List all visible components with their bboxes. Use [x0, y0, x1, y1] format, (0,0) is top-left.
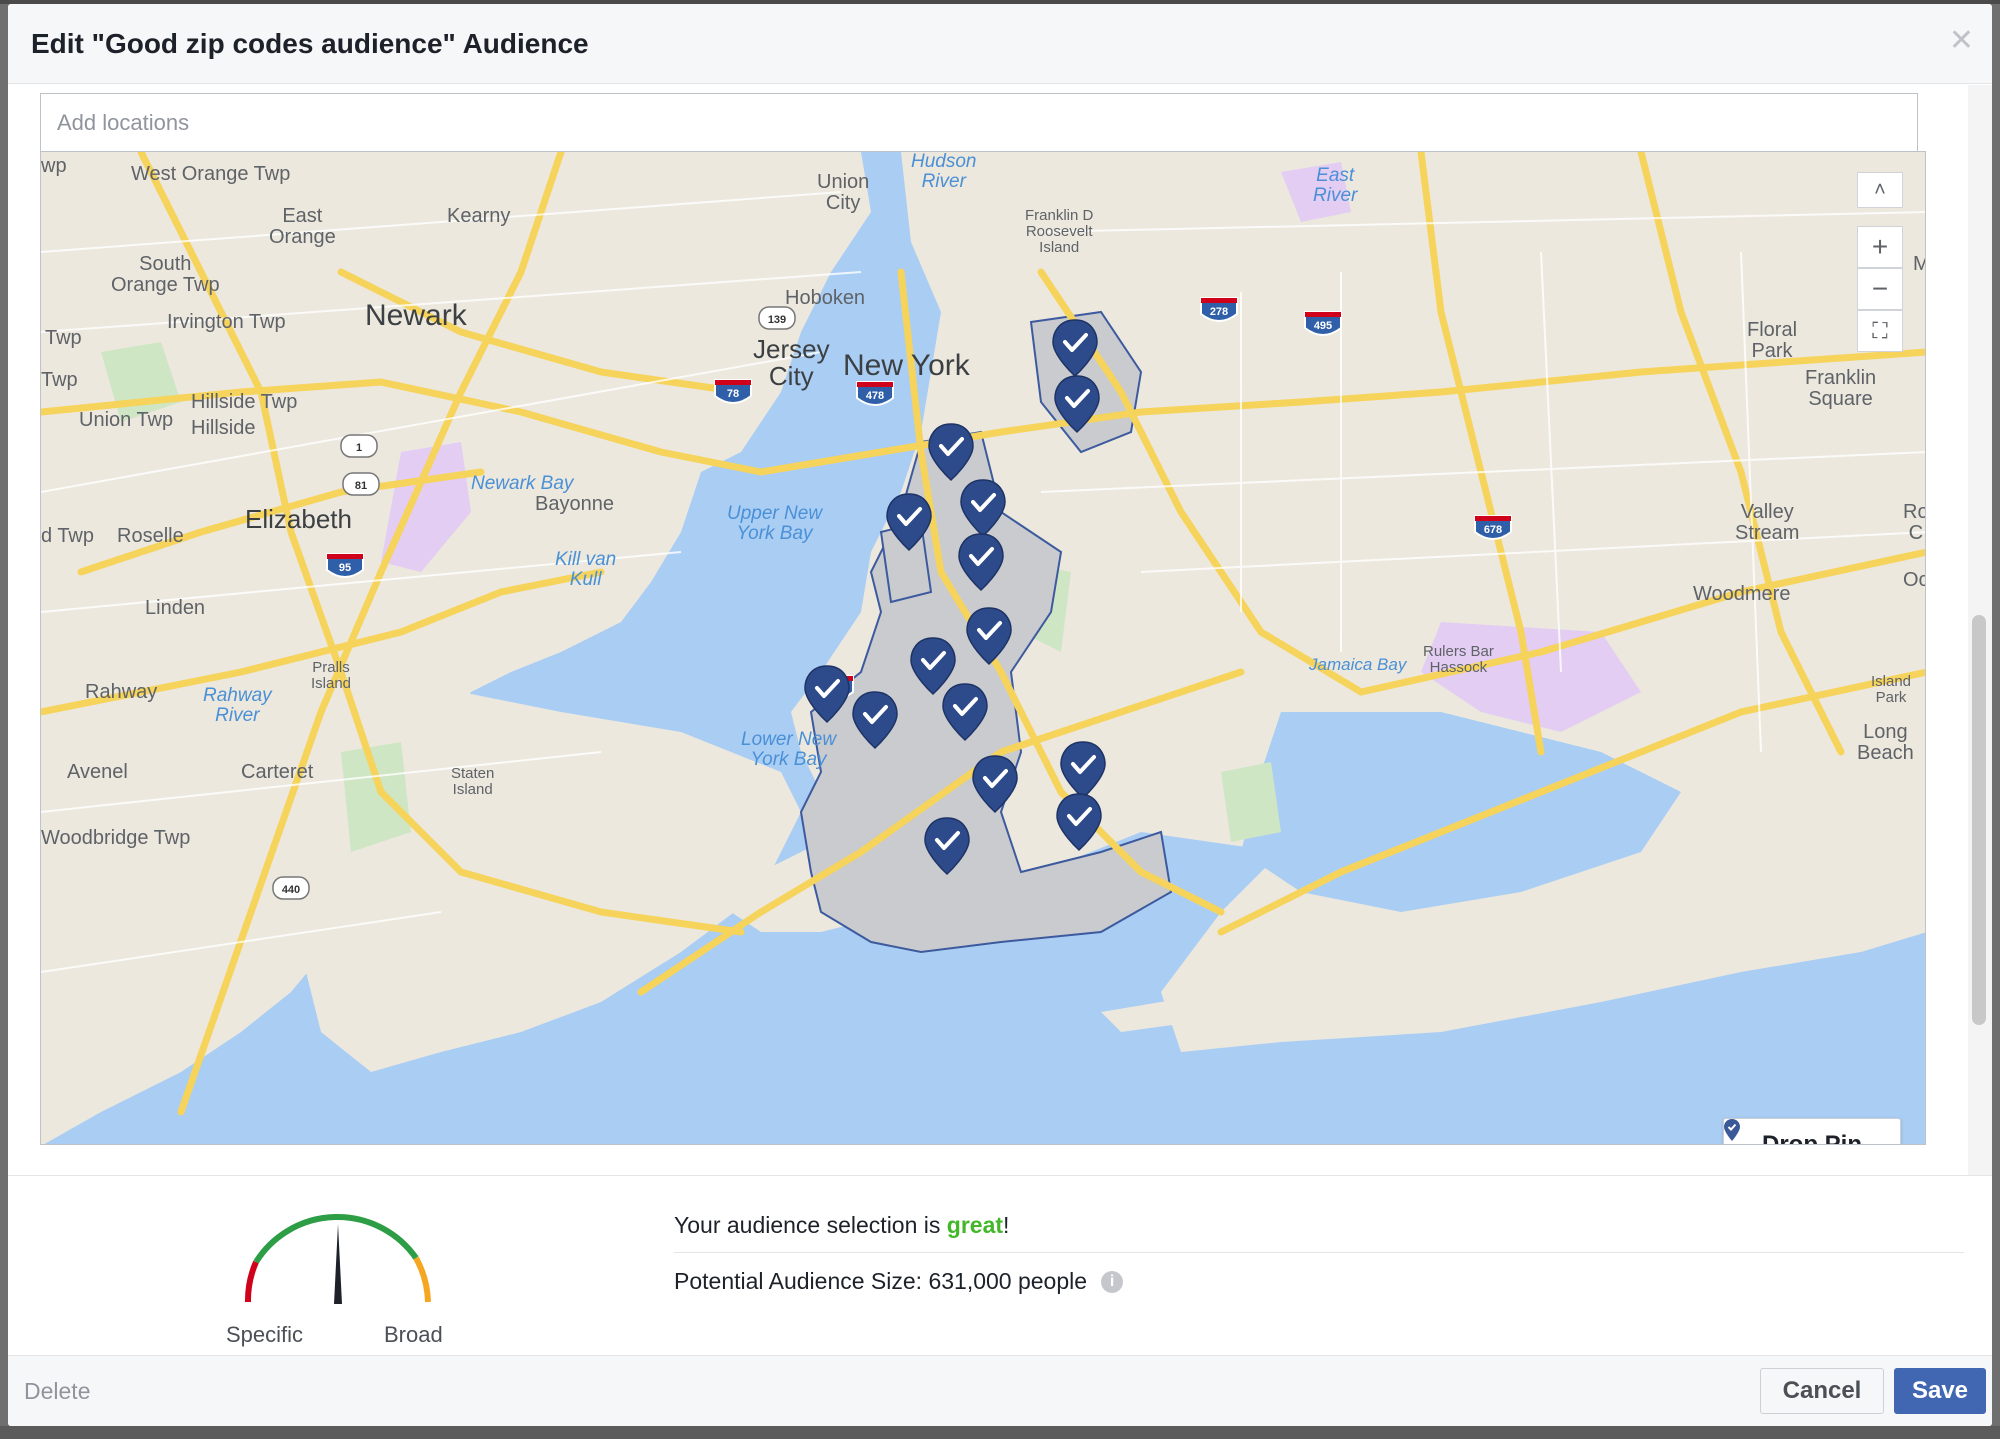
- drop-pin-label: Drop Pin: [1762, 1131, 1862, 1145]
- pin-icon: [1724, 1119, 1740, 1141]
- location-pin-icon[interactable]: [1060, 741, 1106, 800]
- save-button[interactable]: Save: [1894, 1368, 1986, 1414]
- map-collapse-button[interactable]: ˄: [1857, 172, 1903, 208]
- fit-bounds-icon[interactable]: ⛶: [1857, 310, 1903, 352]
- dialog-footer: Delete Cancel Save: [8, 1355, 1992, 1426]
- edit-audience-dialog: Edit "Good zip codes audience" Audience …: [8, 4, 1992, 1426]
- zoom-in-button[interactable]: +: [1857, 226, 1903, 268]
- location-pin-icon[interactable]: [804, 665, 850, 724]
- drop-pin-button[interactable]: Drop Pin: [1723, 1118, 1901, 1145]
- location-pin-icon[interactable]: [972, 755, 1018, 814]
- location-pin-icon[interactable]: [1054, 375, 1100, 434]
- location-pin-icon[interactable]: [1056, 793, 1102, 852]
- selection-suffix: !: [1003, 1212, 1010, 1238]
- dialog-body: wp West Orange Twp East Orange Kearny So…: [8, 85, 1968, 1175]
- delete-link[interactable]: Delete: [24, 1378, 90, 1405]
- map-pins: [804, 319, 1106, 876]
- selection-quality: great: [946, 1212, 1004, 1238]
- location-pin-icon[interactable]: [928, 423, 974, 482]
- info-icon[interactable]: i: [1101, 1270, 1124, 1293]
- close-icon[interactable]: ✕: [1949, 26, 1974, 56]
- location-pin-icon[interactable]: [942, 683, 988, 742]
- potential-audience-size: Potential Audience Size: 631,000 people …: [674, 1268, 1124, 1295]
- summary-divider: [674, 1252, 1964, 1253]
- gauge-needle: [334, 1224, 342, 1304]
- gauge-specific-label: Specific: [226, 1322, 304, 1347]
- backdrop-bottom: [0, 1426, 2000, 1439]
- dialog-title: Edit "Good zip codes audience" Audience: [31, 28, 589, 59]
- location-pin-icon[interactable]: [960, 479, 1006, 538]
- dialog-scrollbar-thumb[interactable]: [1972, 615, 1986, 1025]
- location-pin-icon[interactable]: [958, 533, 1004, 592]
- add-locations-input[interactable]: [40, 93, 1918, 151]
- location-pin-icon[interactable]: [852, 691, 898, 750]
- audience-gauge: Specific Broad: [208, 1192, 468, 1347]
- gauge-broad-label: Broad: [384, 1322, 443, 1347]
- location-pin-icon[interactable]: [924, 817, 970, 876]
- location-pin-icon[interactable]: [1052, 319, 1098, 378]
- zoom-out-button[interactable]: −: [1857, 268, 1903, 310]
- location-pin-icon[interactable]: [886, 493, 932, 552]
- location-pin-icon[interactable]: [910, 637, 956, 696]
- selection-prefix: Your audience selection is: [674, 1212, 947, 1238]
- cancel-button[interactable]: Cancel: [1760, 1368, 1884, 1414]
- dialog-header: Edit "Good zip codes audience" Audience …: [8, 4, 1992, 84]
- gauge-meter: [244, 1214, 431, 1304]
- location-pin-icon[interactable]: [966, 607, 1012, 666]
- audience-summary: Specific Broad Your audience selection i…: [8, 1175, 1992, 1355]
- audience-size-text: Potential Audience Size: 631,000 people: [674, 1268, 1088, 1294]
- location-map[interactable]: wp West Orange Twp East Orange Kearny So…: [40, 151, 1926, 1145]
- audience-selection-status: Your audience selection is great!: [674, 1212, 1009, 1239]
- dialog-scrollbar[interactable]: [1968, 85, 1992, 1175]
